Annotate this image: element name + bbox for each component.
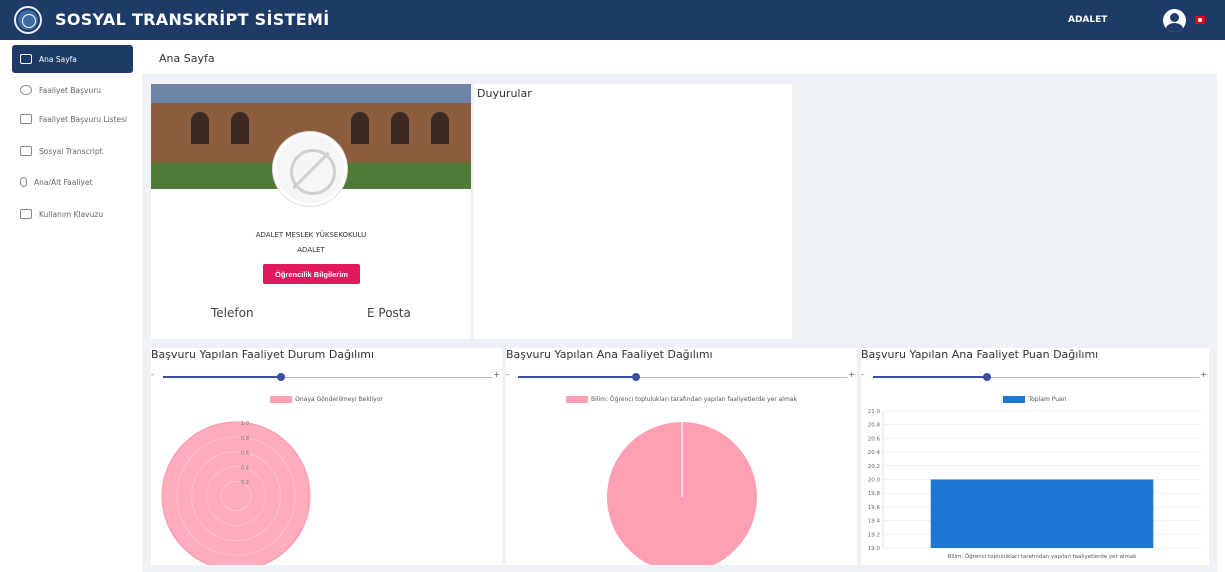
polar-tick-label: 0.6 xyxy=(241,451,249,457)
profile-card: ADALET MESLEK YÜKSEKOKULU ADALET Öğrenci… xyxy=(151,84,471,339)
phone-label: Telefon xyxy=(211,306,254,320)
sidebar-item-label: Faaliyet Başvuru xyxy=(39,85,102,95)
y-tick-label: 20.0 xyxy=(868,478,881,484)
sidebar: Ana Sayfa Faaliyet Başvuru Faaliyet Başv… xyxy=(0,40,142,572)
bicycle-icon xyxy=(20,85,32,95)
graduation-cap-icon xyxy=(20,146,32,156)
app-title: SOSYAL TRANSKRİPT SİSTEMİ xyxy=(55,10,330,29)
announcements-title: Duyurular xyxy=(477,87,532,100)
y-tick-label: 19.0 xyxy=(868,546,881,552)
student-info-button[interactable]: Öğrencilik Bilgilerim xyxy=(263,264,360,284)
y-tick-label: 19.2 xyxy=(868,532,880,538)
sidebar-item-faaliyet-basvuru[interactable]: Faaliyet Başvuru xyxy=(12,76,133,104)
y-tick-label: 20.2 xyxy=(868,464,880,470)
avatar-icon[interactable] xyxy=(1163,9,1186,32)
list-icon xyxy=(20,114,32,124)
x-tick-label: Bilim: Öğrenci toplulukları tarafından y… xyxy=(948,553,1138,560)
sidebar-item-sosyal-transcript[interactable]: Sosyal Transcript xyxy=(12,137,133,165)
main-activity-points-chart: Başvuru Yapılan Ana Faaliyet Puan Dağılı… xyxy=(861,348,1209,565)
username[interactable]: ADALET xyxy=(1068,15,1107,25)
y-tick-label: 19.4 xyxy=(868,519,881,525)
y-tick-label: 19.8 xyxy=(868,491,881,497)
sidebar-item-ana-alt-faaliyet[interactable]: Ana/Alt Faaliyet xyxy=(12,168,133,196)
bar xyxy=(930,479,1154,548)
announcements-card: Duyurular xyxy=(474,84,792,339)
page-title: Ana Sayfa xyxy=(159,52,215,65)
y-tick-label: 19.6 xyxy=(868,505,881,511)
document-icon xyxy=(20,209,32,219)
polar-area-chart: 1.0 0.8 0.6 0.4 0.2 xyxy=(161,421,311,565)
university-logo[interactable] xyxy=(14,6,42,34)
sidebar-item-label: Kullanım Klavuzu xyxy=(39,209,104,219)
sidebar-item-ana-sayfa[interactable]: Ana Sayfa xyxy=(12,45,133,73)
breadcrumb: Ana Sayfa xyxy=(142,40,1217,75)
sidebar-item-kullanim-klavuzu[interactable]: Kullanım Klavuzu xyxy=(12,200,133,228)
pie-chart xyxy=(607,422,757,565)
no-photo-icon xyxy=(273,132,347,206)
sidebar-item-label: Faaliyet Başvuru Listesi xyxy=(39,114,128,124)
sidebar-item-label: Ana/Alt Faaliyet xyxy=(34,177,93,187)
y-tick-label: 21.0 xyxy=(868,409,881,415)
school-name: ADALET MESLEK YÜKSEKOKULU xyxy=(255,231,367,239)
main-content: ADALET MESLEK YÜKSEKOKULU ADALET Öğrenci… xyxy=(142,75,1217,572)
turkish-flag-icon[interactable] xyxy=(1195,16,1205,24)
y-tick-label: 20.8 xyxy=(868,423,881,429)
polar-tick-label: 0.4 xyxy=(241,465,249,471)
y-tick-label: 20.4 xyxy=(868,450,881,456)
sidebar-item-label: Ana Sayfa xyxy=(39,54,77,64)
monitor-icon xyxy=(20,54,32,64)
paperclip-icon xyxy=(20,177,27,187)
main-activity-chart: Başvuru Yapılan Ana Faaliyet Dağılımı - +… xyxy=(506,348,857,565)
top-bar: SOSYAL TRANSKRİPT SİSTEMİ ADALET xyxy=(0,0,1225,40)
polar-tick-label: 0.2 xyxy=(241,480,249,486)
student-name: ADALET xyxy=(297,246,325,254)
y-tick-label: 20.6 xyxy=(868,436,881,442)
sidebar-item-faaliyet-basvuru-listesi[interactable]: Faaliyet Başvuru Listesi xyxy=(12,105,133,133)
sidebar-item-label: Sosyal Transcript xyxy=(39,146,103,156)
status-distribution-chart: Başvuru Yapılan Faaliyet Durum Dağılımı … xyxy=(151,348,502,565)
polar-tick-label: 1.0 xyxy=(241,421,249,427)
email-label: E Posta xyxy=(367,306,411,320)
polar-tick-label: 0.8 xyxy=(241,436,249,442)
bar-chart: 21.0 20.8 20.6 20.4 20.2 20.0 19.8 19.6 19.4 19.2… xyxy=(868,409,1201,560)
